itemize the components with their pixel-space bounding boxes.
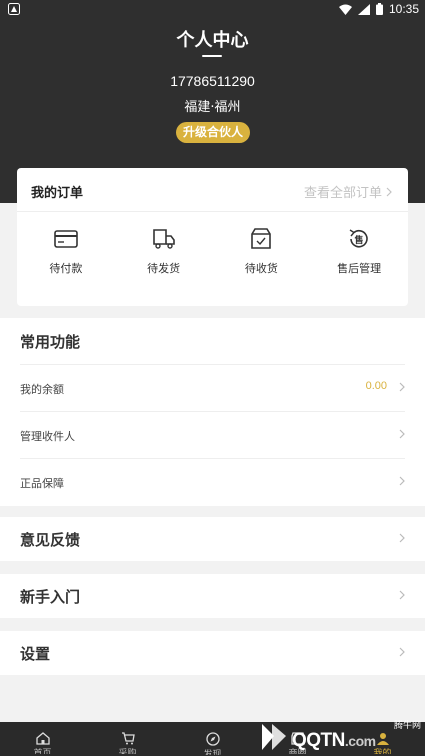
- order-item-label: 待收货: [244, 262, 278, 275]
- user-location: 福建·福州: [184, 100, 241, 115]
- manage-recipients-label: 管理收件人: [20, 430, 75, 443]
- box-icon: [248, 226, 274, 252]
- balance-row[interactable]: 我的余额 0.00: [20, 364, 405, 411]
- manage-recipients-row[interactable]: 管理收件人: [20, 411, 405, 458]
- settings-label: 设置: [20, 645, 51, 663]
- order-item-label: 待发货: [147, 262, 181, 275]
- chevron-right-icon: [399, 533, 405, 543]
- title-underline: [202, 55, 222, 57]
- cart-icon: [121, 732, 135, 745]
- user-phone: 17786511290: [170, 73, 255, 89]
- nav-label: 发现: [203, 750, 222, 755]
- chevron-right-icon: [399, 429, 405, 439]
- compass-icon: [205, 732, 220, 746]
- nav-purchase[interactable]: 采购: [85, 722, 170, 756]
- notification-app-icon: [8, 3, 20, 15]
- after-sales-icon: 售: [346, 226, 372, 252]
- order-after-sales[interactable]: 售 售后管理: [310, 226, 408, 276]
- watermark-logo-icon: [262, 724, 286, 750]
- orders-card-header: 我的订单 查看全部订单: [17, 168, 408, 212]
- order-pending-shipment[interactable]: 待发货: [115, 226, 213, 276]
- beginner-guide-label: 新手入门: [20, 588, 81, 606]
- nav-discover[interactable]: 发现: [170, 722, 255, 756]
- settings-row[interactable]: 设置: [0, 631, 425, 675]
- chevron-right-icon: [399, 590, 405, 600]
- chevron-right-icon: [399, 476, 405, 486]
- battery-icon: [375, 3, 383, 15]
- home-icon: [35, 732, 50, 745]
- nav-home[interactable]: 首页: [0, 722, 85, 756]
- balance-label: 我的余额: [20, 383, 64, 396]
- feedback-row[interactable]: 意见反馈: [0, 517, 425, 561]
- card-icon: [53, 226, 79, 252]
- chevron-right-icon: [386, 187, 392, 196]
- balance-value: 0.00: [365, 380, 387, 392]
- nav-label: 首页: [33, 749, 52, 754]
- wifi-icon: [338, 4, 352, 15]
- watermark-small: 腾牛网: [393, 721, 421, 731]
- view-all-orders-link[interactable]: 查看全部订单: [304, 182, 392, 201]
- authentic-guarantee-label: 正品保障: [20, 477, 64, 490]
- order-item-label: 待付款: [49, 262, 83, 275]
- beginner-guide-row[interactable]: 新手入门: [0, 574, 425, 618]
- page-title: 个人中心: [176, 30, 249, 51]
- orders-title: 我的订单: [31, 186, 84, 201]
- watermark-text: QQTN.com: [292, 730, 376, 751]
- upgrade-partner-button[interactable]: 升级合伙人: [176, 122, 250, 143]
- common-functions-title: 常用功能: [20, 333, 81, 351]
- order-pending-receipt[interactable]: 待收货: [213, 226, 311, 276]
- common-functions-section: 常用功能 我的余额 0.00 管理收件人 正品保障: [0, 318, 425, 506]
- site-watermark: QQTN.com 腾牛网: [258, 716, 425, 756]
- signal-icon: [357, 3, 370, 15]
- orders-card: 我的订单 查看全部订单 待付款 待发货 待收货 售 售后管理: [17, 168, 408, 306]
- order-item-label: 售后管理: [337, 262, 382, 275]
- feedback-label: 意见反馈: [20, 531, 81, 549]
- chevron-right-icon: [399, 382, 405, 392]
- order-pending-payment[interactable]: 待付款: [17, 226, 115, 276]
- view-all-orders-label: 查看全部订单: [303, 186, 382, 201]
- nav-label: 采购: [118, 749, 137, 754]
- svg-text:售: 售: [354, 234, 364, 246]
- status-bar: 10:35: [0, 0, 425, 18]
- authentic-guarantee-row[interactable]: 正品保障: [20, 458, 405, 505]
- truck-icon: [151, 226, 177, 252]
- chevron-right-icon: [399, 647, 405, 657]
- status-time: 10:35: [388, 2, 419, 16]
